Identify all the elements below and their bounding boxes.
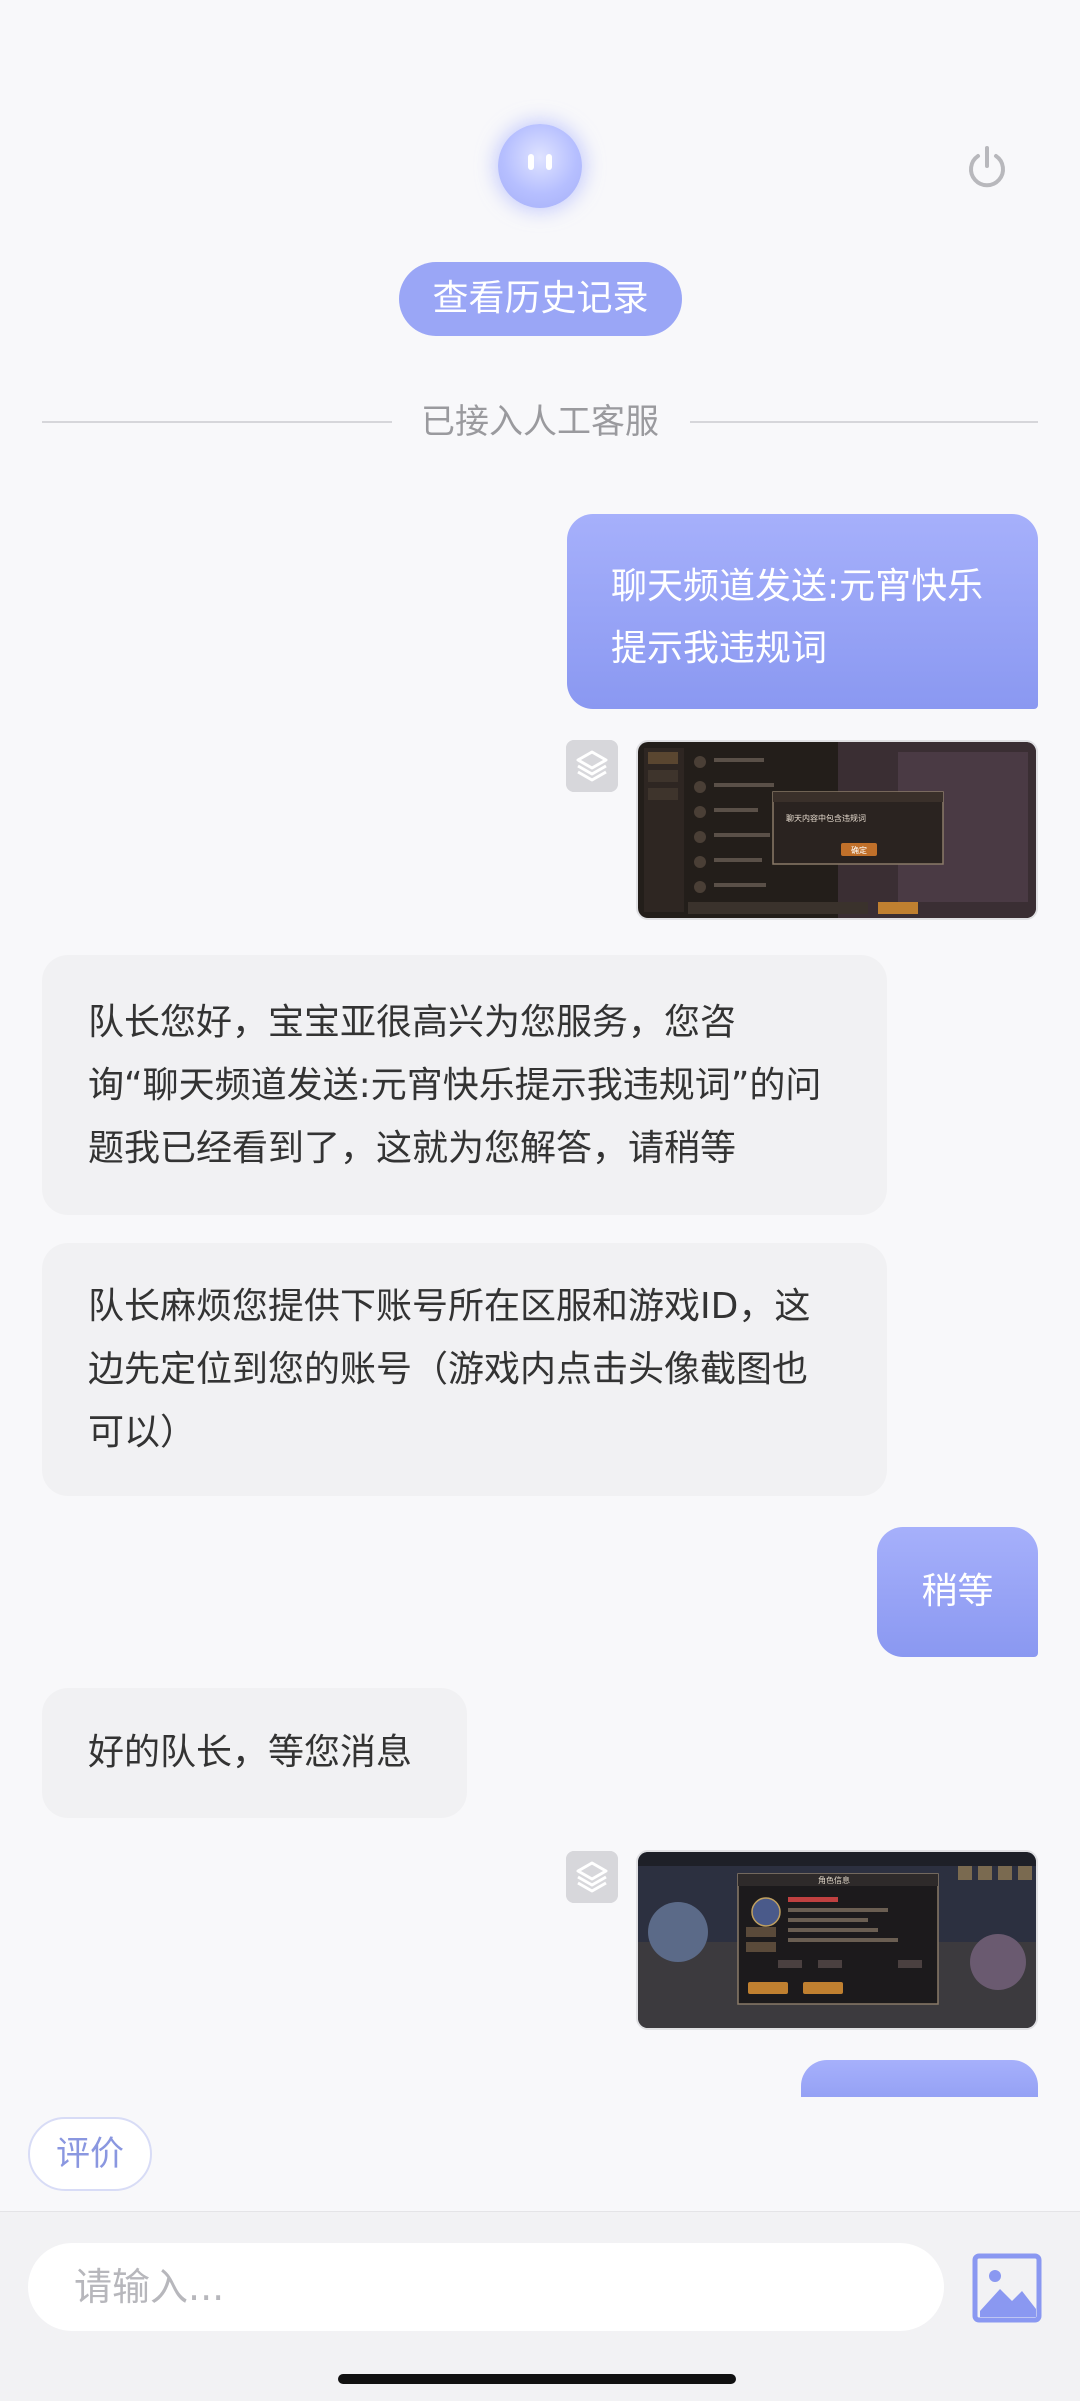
message-input[interactable]: 请输入... [28,2243,944,2331]
screenshot-thumbnail[interactable]: 聊天内容中包含违规词 确定 [636,740,1038,920]
message-line: 题我已经看到了，这就为您解答，请稍等 [88,1128,737,1169]
dialog-button: 确定 [851,845,867,855]
power-icon[interactable] [964,145,1010,191]
view-history-button[interactable]: 查看历史记录 [399,262,682,336]
chat-header [0,0,1080,236]
game-screenshot-image: 聊天内容中包含违规词 确定 [638,742,1036,918]
agent-message: 好的队长，等您消息 [42,1688,467,1818]
agent-message: 队长您好，宝宝亚很高兴为您服务，您咨 询“聊天频道发送:元宵快乐提示我违规词”的… [42,955,887,1215]
message-line: 可以） [88,1412,197,1453]
message-line: 队长麻烦您提供下账号所在区服和游戏ID，这 [88,1286,811,1327]
divider-label: 已接入人工客服 [421,402,659,442]
divider-line-right [690,421,1038,423]
agent-message: 队长麻烦您提供下账号所在区服和游戏ID，这 边先定位到您的账号（游戏内点击头像截… [42,1243,887,1496]
user-message: 稍等 [877,1527,1038,1657]
screenshot-thumbnail[interactable]: 角色信息 [636,1850,1038,2030]
layers-icon [566,740,618,792]
home-indicator [338,2374,736,2384]
divider-line-left [42,421,392,423]
game-screenshot-image: 角色信息 [638,1852,1036,2028]
message-line: 聊天频道发送:元宵快乐 [611,566,984,607]
image-icon[interactable] [972,2253,1042,2323]
message-line: 边先定位到您的账号（游戏内点击头像截图也 [88,1349,809,1390]
dialog-text: 聊天内容中包含违规词 [786,813,866,823]
layers-icon [566,1851,618,1903]
assistant-avatar-icon [498,124,582,208]
message-line: 提示我违规词 [611,628,828,669]
user-message: 聊天频道发送:元宵快乐 提示我违规词 [567,514,1038,709]
message-line: 队长您好，宝宝亚很高兴为您服务，您咨 [88,1002,737,1043]
panel-title: 角色信息 [818,1875,850,1885]
rate-button[interactable]: 评价 [28,2117,152,2191]
message-line: 询“聊天频道发送:元宵快乐提示我违规词”的问 [88,1065,822,1106]
